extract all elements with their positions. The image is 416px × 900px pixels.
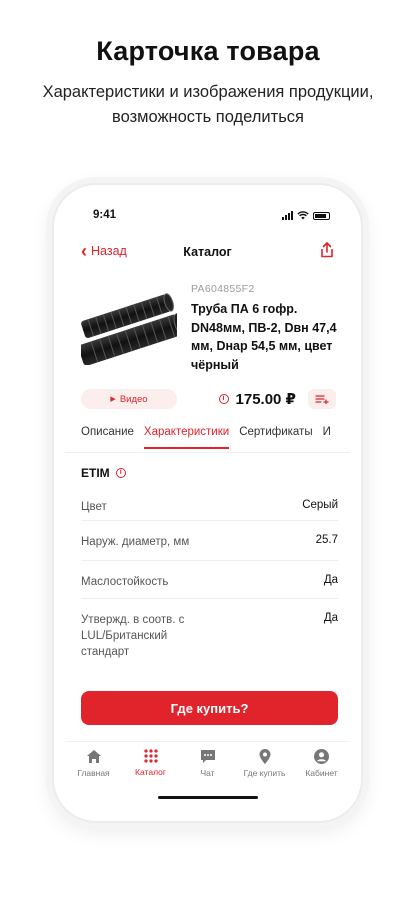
etim-label: ETIM — [81, 466, 110, 480]
nav-bar: ‹ Назад Каталог — [65, 240, 350, 264]
product-name: Труба ПА 6 гофр. DN48мм, ПВ-2, Dвн 47,4 … — [191, 302, 337, 372]
tabbar-item-account[interactable]: Кабинет — [293, 742, 350, 791]
promo-subtitle: Характеристики и изображения продукции, … — [42, 83, 374, 126]
product-price: 175.00 ₽ — [235, 391, 296, 408]
tab-characteristics[interactable]: Характеристики — [143, 426, 230, 449]
wifi-icon — [297, 211, 309, 220]
spec-row: Цвет Серый — [81, 486, 338, 521]
user-icon — [314, 749, 329, 764]
info-icon[interactable]: i — [218, 394, 229, 404]
phone-frame: 9:41 ‹ Назад Каталог PA604855F2 Труба ПА… — [52, 183, 363, 823]
spec-value: Да — [323, 612, 338, 624]
bottom-tab-bar: Главная Каталог Чат Где купить Кабинет — [65, 741, 350, 791]
spec-value: Серый — [302, 499, 338, 511]
where-to-buy-button[interactable]: Где купить? — [81, 691, 338, 725]
nav-title: Каталог — [183, 245, 232, 259]
spec-row: Утвержд. в соотв. с LUL/Британский станд… — [81, 599, 338, 669]
promo-title: Карточка товара — [96, 36, 320, 66]
spec-key: Маслостойкость — [81, 576, 169, 588]
tabs-divider — [65, 452, 350, 453]
tabbar-item-home[interactable]: Главная — [65, 742, 122, 791]
home-indicator — [157, 796, 258, 799]
specs-section-title: ETIM i — [81, 466, 126, 480]
tabbar-label: Каталог — [135, 767, 166, 777]
battery-icon — [313, 211, 330, 220]
video-button[interactable]: ▶ Видео — [81, 389, 177, 409]
product-image[interactable] — [81, 293, 177, 365]
spec-row: Наруж. диаметр, мм 25.7 — [81, 521, 338, 561]
share-icon[interactable] — [318, 241, 336, 259]
specs-table: Цвет Серый Наруж. диаметр, мм 25.7 Масло… — [81, 486, 338, 669]
tabbar-item-catalog[interactable]: Каталог — [122, 742, 179, 791]
grid-icon — [143, 749, 158, 763]
spec-row: Маслостойкость Да — [81, 561, 338, 599]
tabbar-label: Кабинет — [305, 768, 338, 778]
video-label: Видео — [119, 393, 148, 405]
spec-key: Утвержд. в соотв. с LUL/Британский станд… — [81, 614, 185, 658]
tab-more[interactable]: И — [323, 426, 331, 447]
spec-value: 25.7 — [315, 534, 338, 546]
home-icon — [86, 750, 101, 763]
product-header: PA604855F2 Труба ПА 6 гофр. DN48мм, ПВ-2… — [81, 283, 338, 383]
product-sku: PA604855F2 — [191, 283, 255, 295]
chat-icon — [200, 750, 215, 763]
tabbar-item-where-to-buy[interactable]: Где купить — [236, 742, 293, 791]
spec-value: Да — [323, 574, 338, 586]
signal-icon — [282, 211, 293, 220]
status-bar: 9:41 — [65, 209, 350, 225]
tab-certificates[interactable]: Сертификаты — [239, 426, 312, 447]
add-to-list-button[interactable] — [308, 389, 336, 409]
list-add-icon — [315, 395, 329, 404]
tabbar-label: Главная — [77, 768, 110, 778]
status-time: 9:41 — [93, 209, 117, 221]
spec-key: Цвет — [81, 501, 107, 513]
spec-key: Наруж. диаметр, мм — [81, 536, 190, 548]
etim-info-icon[interactable]: i — [115, 468, 126, 478]
app-screen: 9:41 ‹ Назад Каталог PA604855F2 Труба ПА… — [65, 196, 350, 810]
tabbar-label: Чат — [200, 768, 215, 778]
tabbar-item-chat[interactable]: Чат — [179, 742, 236, 791]
tabbar-label: Где купить — [243, 768, 286, 778]
price-row: i 175.00 ₽ — [218, 389, 336, 409]
tab-description[interactable]: Описание — [81, 426, 134, 447]
location-pin-icon — [259, 749, 270, 764]
play-icon: ▶ — [110, 396, 116, 403]
status-icons — [282, 211, 330, 220]
